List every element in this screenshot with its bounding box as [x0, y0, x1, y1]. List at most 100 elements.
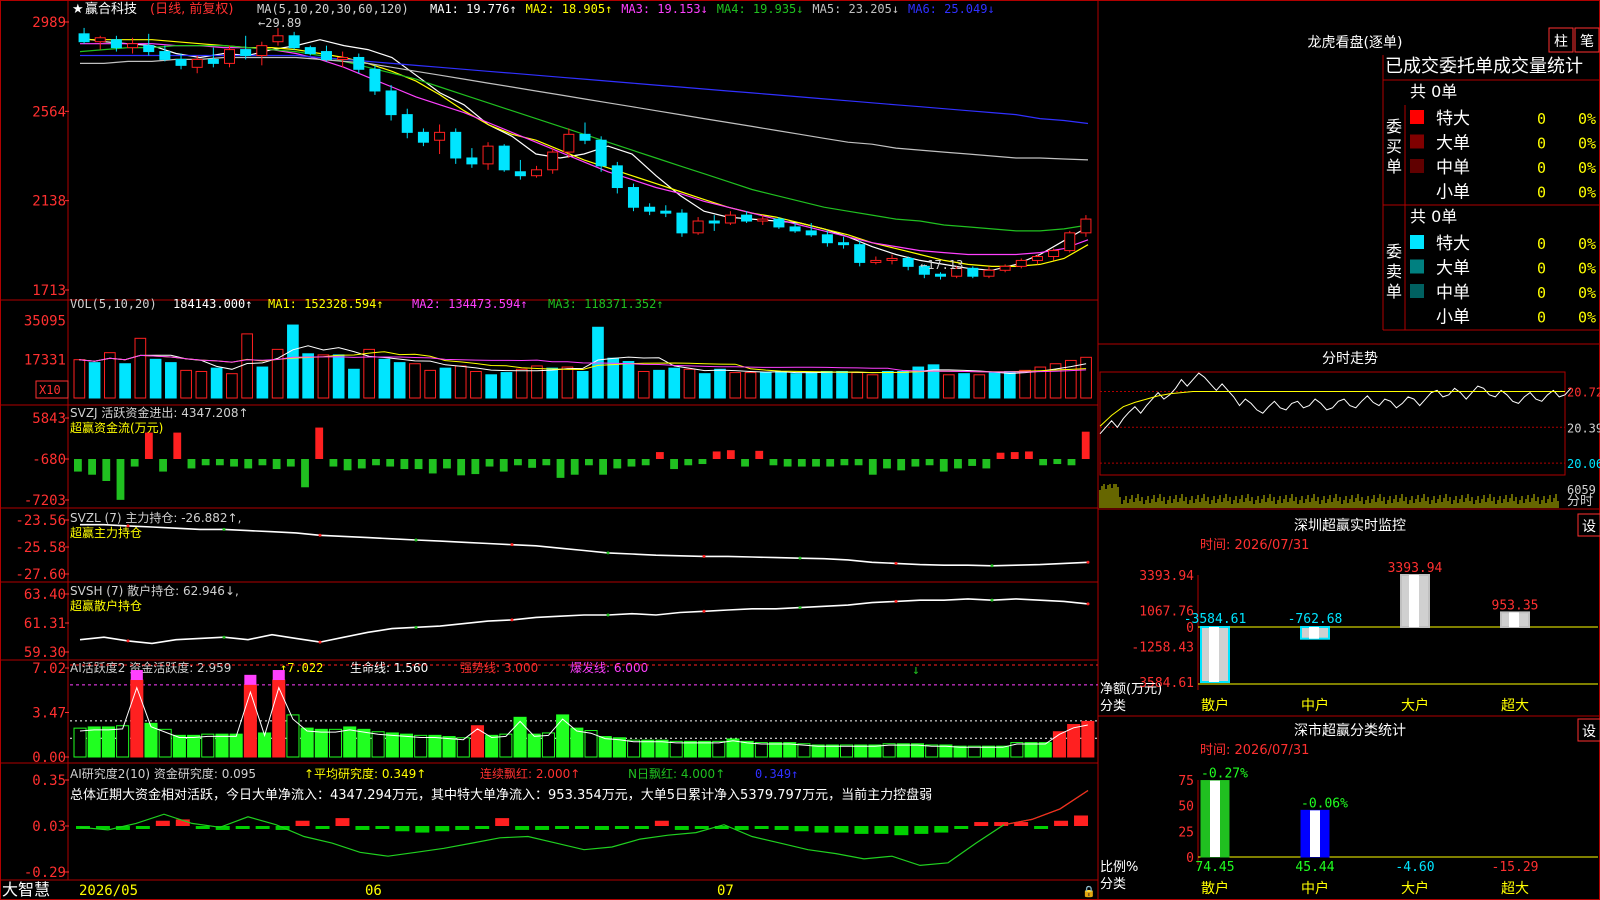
volume-bar — [256, 366, 269, 399]
flow-bar-out — [301, 459, 309, 488]
vol-ma1: MA1: 152328.594↑ — [268, 297, 384, 311]
candle-body — [175, 58, 187, 66]
svsh-header: SVSH (7) 散户持仓: 62.946↓, 超赢散户持仓 — [70, 583, 239, 613]
flow-bar-in — [655, 452, 664, 459]
flow-bar-out — [428, 459, 437, 474]
candle-body — [1031, 256, 1043, 261]
volume-bar — [88, 362, 101, 399]
flow-bar-out — [854, 459, 863, 466]
candle-body — [353, 56, 365, 70]
y-tick-label: 2138 — [32, 194, 66, 210]
flow-bar-in — [1025, 451, 1033, 459]
volume-bar — [988, 372, 1001, 399]
research-bar-down — [455, 826, 470, 830]
candle-body — [401, 114, 413, 133]
volume-bar — [332, 354, 345, 399]
svzl-title: SVZL (7) 主力持仓: -26.882↑, — [70, 510, 241, 525]
flow-bar-out — [599, 459, 608, 475]
dragon-panel: 龙虎看盘(逐单) 柱 笔 已成交委托单成交量统计 共 0单委买单特大 0 0%大单 0… — [1308, 27, 1600, 328]
buy-row-label: 小单 — [1436, 183, 1470, 203]
stock-name[interactable]: 赢合科技 — [85, 1, 137, 17]
flow-bar-out — [670, 459, 678, 470]
activity-bar — [712, 740, 726, 758]
panel-frames — [0, 0, 1600, 900]
volume-bar — [348, 368, 360, 399]
flow-bar-out — [471, 459, 480, 475]
sell-row-count: 0 — [1537, 284, 1546, 302]
volume-bar — [1019, 369, 1031, 399]
sz-class-settings-label[interactable]: 设 — [1582, 724, 1596, 740]
flow-bar-out — [116, 459, 125, 500]
dragon-title: 龙虎看盘(逐单) — [1308, 34, 1403, 51]
x-label-jun: 06 — [365, 883, 382, 899]
sz-monitor-settings-label[interactable]: 设 — [1582, 519, 1596, 535]
activity-bar — [499, 733, 513, 758]
activity-bar — [598, 736, 612, 758]
svzl-dot — [510, 543, 514, 547]
outer-border — [0, 0, 1600, 900]
svsh-dot — [1086, 602, 1090, 606]
y-tick-label: -23.56 — [15, 513, 66, 529]
class-bar-highlight — [1310, 810, 1320, 857]
activity-bar — [116, 725, 130, 758]
svsh-dot — [798, 606, 802, 610]
candle-body — [934, 273, 947, 277]
svzj-title: SVZJ 活跃资金进出: 4347.208↑ — [70, 405, 249, 420]
research-bar-down — [734, 826, 749, 830]
lock-icon[interactable]: 🔒 — [1082, 885, 1096, 898]
flow-bar-in — [712, 451, 721, 459]
class-value-label: 45.44 — [1295, 860, 1334, 875]
flow-bar-in — [996, 452, 1005, 459]
candle-body — [78, 33, 90, 43]
activity-bar — [101, 726, 115, 758]
dragon-subtitle: 已成交委托单成交量统计 — [1385, 56, 1583, 77]
research-bar-down — [914, 826, 929, 834]
svzl-dot — [798, 556, 802, 560]
class-category: 中户 — [1301, 880, 1329, 897]
flow-bar-in — [144, 432, 153, 459]
sell-row-label: 特大 — [1436, 234, 1470, 254]
svzl-dot — [414, 538, 418, 542]
y-tick-label: -7203 — [24, 493, 66, 509]
intraday-panel: 分时走势 20.7220.3920.066059分时 — [1099, 351, 1600, 509]
vol-header: VOL(5,10,20) 184143.000↑ MA1: 152328.594… — [70, 297, 664, 311]
flow-bar-out — [372, 459, 380, 466]
svzl-dot — [318, 533, 322, 537]
sell-side-char: 委 — [1386, 242, 1402, 261]
ai-research-title: AI研究度2(10) 资金研究度: 0.095 — [70, 766, 256, 781]
period-label[interactable]: (日线, 前复权) — [150, 1, 233, 17]
ai-research-nday: N日飘红: 4.000↑ — [628, 766, 725, 781]
volume-bar — [378, 358, 391, 399]
candle-body — [256, 45, 268, 57]
sz-monitor-chart: 3393.941067.760-1258.43-3584.61净额(万元)分类-… — [1100, 561, 1598, 714]
volume-bar — [500, 372, 513, 399]
research-bar-down — [415, 826, 430, 833]
volume-bar — [409, 363, 421, 399]
buy-swatch — [1410, 183, 1424, 198]
activity-bar — [683, 740, 697, 758]
bar-mode-label[interactable]: 柱 — [1554, 34, 1568, 50]
ma-legend-item: MA2: 18.905↑ — [526, 2, 613, 16]
brand-logo[interactable]: 大智慧 — [2, 880, 50, 899]
y-tick-label: 3.47 — [32, 706, 66, 722]
ma-line-ma3 — [80, 43, 1089, 256]
activity-bar — [570, 727, 584, 758]
buy-side-char: 单 — [1386, 157, 1402, 176]
activity-bar — [187, 734, 201, 758]
class-value-label: -4.60 — [1395, 860, 1434, 875]
volume-bar — [317, 354, 330, 399]
intraday-chart[interactable]: 20.7220.3920.066059分时 — [1099, 371, 1600, 509]
candle-body — [191, 58, 203, 68]
vol-unit[interactable]: X10 — [39, 383, 61, 397]
flow-bar-out — [400, 459, 409, 470]
candle-body — [288, 35, 300, 49]
buy-row-label: 大单 — [1436, 134, 1470, 154]
volume-bar — [439, 367, 452, 399]
candle-body — [854, 244, 866, 263]
pen-mode-label[interactable]: 笔 — [1580, 34, 1594, 50]
stock-chart-canvas[interactable]: ★ 赢合科技 (日线, 前复权) MA(5,10,20,30,60,120) M… — [0, 0, 1600, 900]
flow-bar-out — [386, 459, 395, 467]
volume-bar — [393, 362, 406, 399]
favorite-star-icon[interactable]: ★ — [72, 2, 84, 17]
volume-bar — [1080, 356, 1092, 399]
